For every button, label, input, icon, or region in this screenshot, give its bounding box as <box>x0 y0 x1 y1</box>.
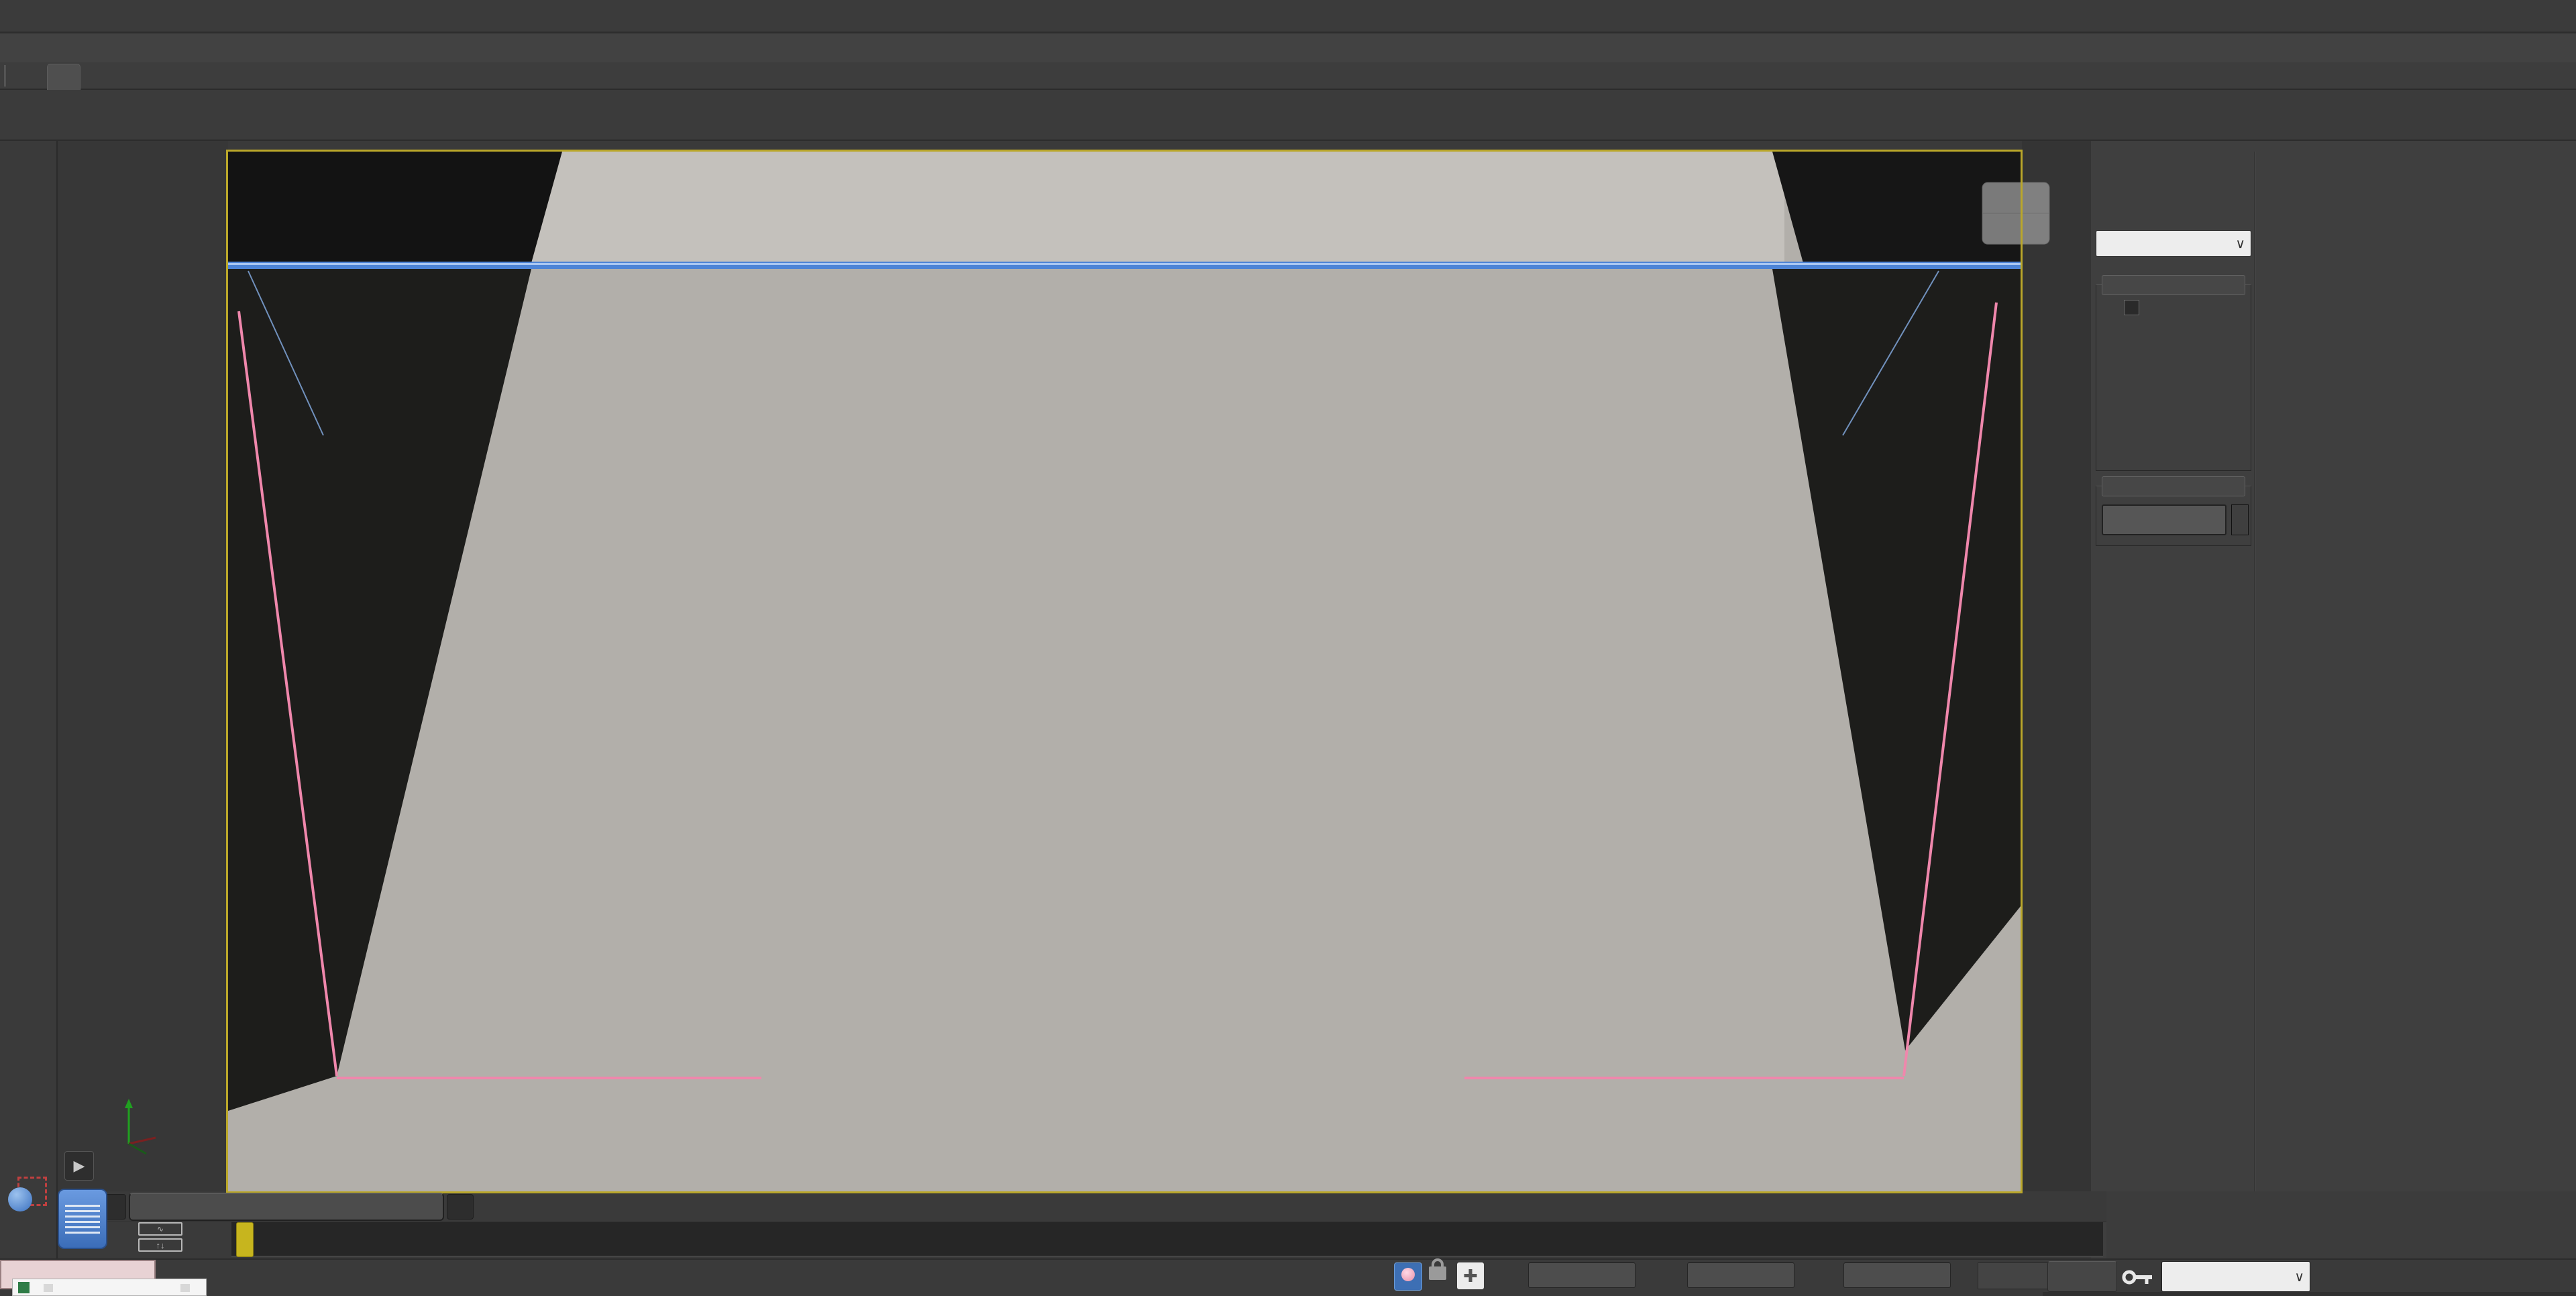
watermark-area <box>2106 1191 2576 1258</box>
tab-polygon-modeling[interactable] <box>47 64 80 90</box>
status-second-row-clipped <box>2043 1292 2576 1296</box>
object-type-rollout-header[interactable] <box>2102 275 2245 295</box>
left-toolbar <box>0 141 58 1296</box>
autogrid-checkbox[interactable] <box>2124 300 2139 315</box>
chevron-down-icon: ∨ <box>2294 1268 2304 1285</box>
right-margin-strip <box>2022 141 2091 1191</box>
lightbulb-icon <box>1401 1268 1415 1281</box>
isolate-toggle-button[interactable] <box>1394 1262 1422 1291</box>
selection-set-dropdown[interactable]: ∨ <box>2161 1261 2310 1292</box>
3dsmax-logo <box>18 1282 30 1293</box>
trackbar-toggle-icon[interactable]: ∿ ↑↓ <box>138 1222 186 1254</box>
world-axis-tripod <box>115 1093 162 1157</box>
auto-key-button[interactable] <box>2047 1261 2117 1292</box>
next-frame-button[interactable] <box>447 1194 474 1220</box>
name-color-rollout-header[interactable] <box>2102 476 2245 496</box>
taskbar-preview-window[interactable] <box>12 1279 207 1296</box>
primitive-category-dropdown[interactable]: ∨ <box>2096 230 2251 257</box>
absolute-offset-toggle-icon[interactable]: ✚ <box>1457 1262 1484 1289</box>
object-color-swatch[interactable] <box>2231 504 2249 535</box>
y-coordinate-field[interactable] <box>1687 1262 1794 1288</box>
z-coordinate-field[interactable] <box>1843 1262 1951 1288</box>
selection-lock-icon[interactable] <box>1429 1266 1446 1280</box>
ribbon-grip[interactable] <box>4 65 11 87</box>
scene-canvas[interactable] <box>228 152 2021 1191</box>
x-coordinate-field[interactable] <box>1528 1262 1635 1288</box>
render-shortcuts-toolbar <box>0 90 2576 141</box>
set-key-icon[interactable] <box>2121 1264 2155 1291</box>
timeline-ruler[interactable] <box>231 1222 2103 1257</box>
viewcube <box>1982 182 2049 244</box>
ribbon-subtab-bar <box>0 62 2576 90</box>
viewport-margin-strip <box>58 141 228 1191</box>
time-slider-thumb[interactable] <box>129 1193 444 1221</box>
main-toolbar <box>0 0 2576 33</box>
shelf-flyout-button[interactable]: ▶ <box>64 1151 94 1181</box>
chevron-down-icon: ∨ <box>2235 235 2245 252</box>
ribbon-tab-bar <box>0 34 2576 62</box>
object-type-rollout <box>2096 284 2251 471</box>
viewport-layout-tabs-button[interactable] <box>58 1189 107 1249</box>
isolate-selection-toggle-icon[interactable] <box>8 1175 50 1216</box>
perspective-viewport[interactable] <box>228 152 2021 1191</box>
object-name-field[interactable] <box>2102 504 2226 535</box>
current-frame-marker[interactable] <box>236 1222 254 1257</box>
dark-corner-left <box>228 152 562 263</box>
panel-splitter[interactable] <box>2254 152 2255 1296</box>
